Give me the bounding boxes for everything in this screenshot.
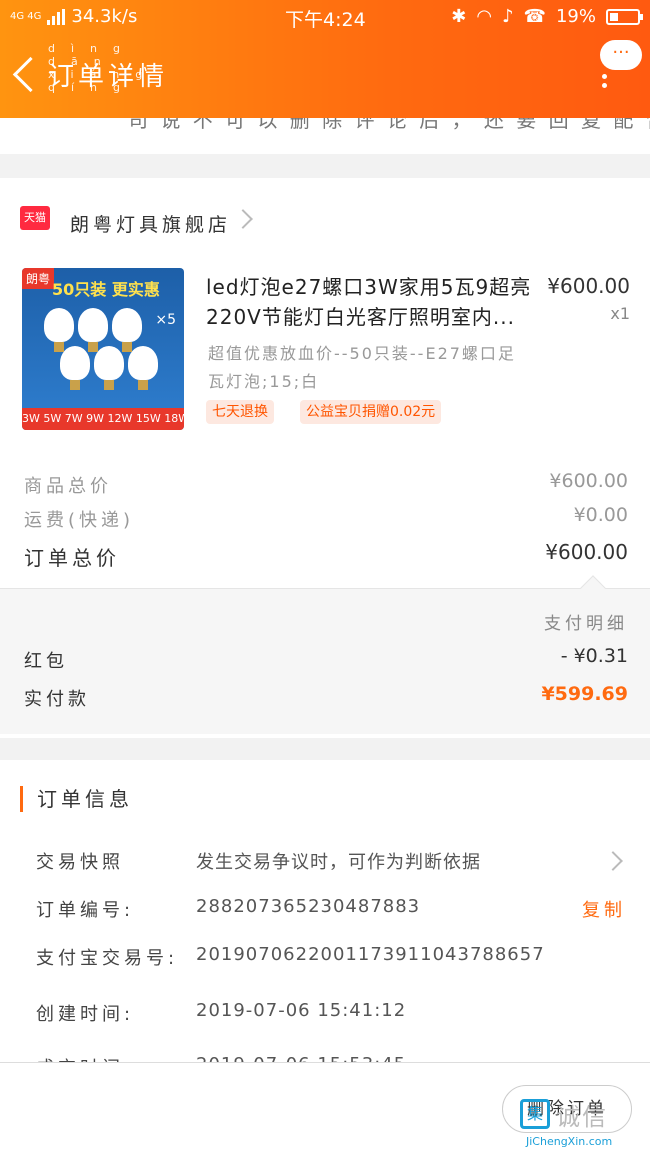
order-total-row: 订单总价 ¥600.00 xyxy=(0,538,650,572)
created-time-value: 2019-07-06 15:41:12 xyxy=(196,1000,407,1021)
product-thumbnail[interactable]: 朗粤 50只装 更实惠 ×5 3W 5W 7W 9W 12W 15W 18W xyxy=(22,268,184,430)
product-title[interactable]: led灯泡e27螺口3W家用5瓦9超亮220V节能灯白光客厅照明室内... xyxy=(206,272,536,332)
network-speed: 34.3k/s xyxy=(71,6,138,27)
snapshot-row[interactable]: 交易快照 发生交易争议时，可作为判断依据 xyxy=(0,840,650,880)
tmall-logo-icon: 天猫 xyxy=(20,206,50,230)
goods-total-value: ¥600.00 xyxy=(549,470,628,492)
copy-button[interactable]: 复制 xyxy=(582,896,626,922)
order-total-label: 订单总价 xyxy=(24,546,120,570)
shipping-label: 运费(快递) xyxy=(24,510,135,531)
bulb-image xyxy=(94,346,124,390)
kebab-menu-icon[interactable] xyxy=(602,74,608,94)
bluetooth-icon: ✱ xyxy=(451,6,467,27)
thumb-watts: 3W 5W 7W 9W 12W 15W 18W xyxy=(22,408,184,430)
product-quantity: x1 xyxy=(610,304,630,323)
battery-percent: 19% xyxy=(555,6,596,27)
order-info-card: 订单信息 交易快照 发生交易争议时，可作为判断依据 订单编号: 28820736… xyxy=(0,760,650,1070)
page-title-pinyin: dìng dān xiáng qíng xyxy=(48,42,159,94)
order-info-heading: 订单信息 xyxy=(20,786,133,812)
clock: 下午4:24 xyxy=(285,9,366,31)
back-button[interactable] xyxy=(10,54,40,94)
mute-icon: ♪ xyxy=(502,6,514,27)
order-items-card: 天猫 朗粤灯具旗舰店 朗粤 50只装 更实惠 ×5 3W 5W 7W 9W 12… xyxy=(0,178,650,738)
nav-bar: dìng dān xiáng qíng 订单详情 ··· xyxy=(0,34,650,118)
bulb-image xyxy=(78,308,108,352)
bulb-image xyxy=(60,346,90,390)
created-time-label: 创建时间: xyxy=(36,1004,135,1025)
goods-total-label: 商品总价 xyxy=(24,476,112,497)
bottom-action-bar: 删除订单 集 诚信 JiChengXin.com xyxy=(0,1062,650,1155)
thumb-brand: 朗粤 xyxy=(22,268,55,289)
snapshot-label: 交易快照 xyxy=(36,852,124,873)
snapshot-value: 发生交易争议时，可作为判断依据 xyxy=(196,852,481,873)
product-sku: 超值优惠放血价--50只装--E27螺口足瓦灯泡;15;白 xyxy=(208,344,516,391)
paid-amount-row: 实付款 ¥599.69 xyxy=(0,681,650,715)
red-packet-value: - ¥0.31 xyxy=(560,645,628,667)
payment-detail-box: 支付明细 红包 - ¥0.31 实付款 ¥599.69 xyxy=(0,575,650,734)
order-total-value: ¥600.00 xyxy=(545,540,628,564)
thumb-tag: 50只装 更实惠 xyxy=(52,280,160,299)
red-packet-label: 红包 xyxy=(24,651,68,672)
thumb-count: ×5 xyxy=(155,312,176,328)
alipay-number-label: 支付宝交易号: xyxy=(36,948,179,969)
chevron-right-icon xyxy=(233,209,253,229)
more-menu-button[interactable]: ··· xyxy=(600,40,642,70)
chevron-right-icon xyxy=(603,851,623,871)
watermark-text: 诚信 xyxy=(556,1103,608,1131)
goods-total-row: 商品总价 ¥600.00 xyxy=(0,468,650,502)
app-header: 4G 4G 34.3k/s 下午4:24 ✱ ◠ ♪ ☎ 19% dìng dā… xyxy=(0,0,650,118)
headset-icon: ◠ xyxy=(476,6,493,27)
product-price: ¥600.00 xyxy=(547,274,630,298)
order-number-label: 订单编号: xyxy=(36,900,135,921)
order-number-row: 订单编号: 288207365230487883 复制 xyxy=(0,888,650,928)
watermark-logo-icon: 集 xyxy=(520,1099,550,1129)
site-watermark: 集 诚信 JiChengXin.com xyxy=(516,1095,644,1151)
return-policy-badge: 七天退换 xyxy=(206,400,274,424)
charity-badge: 公益宝贝捐赠0.02元 xyxy=(300,400,442,424)
battery-icon xyxy=(606,8,643,25)
paid-amount-value: ¥599.69 xyxy=(541,683,628,705)
network-label: 4G 4G xyxy=(10,11,42,22)
store-row[interactable]: 天猫 朗粤灯具旗舰店 xyxy=(0,178,650,258)
alipay-number-row: 支付宝交易号: 2019070622001173911043788657 xyxy=(0,936,650,976)
alipay-number-value: 2019070622001173911043788657 xyxy=(196,944,545,965)
status-bar: 4G 4G 34.3k/s 下午4:24 ✱ ◠ ♪ ☎ 19% xyxy=(0,0,650,34)
signal-icon xyxy=(47,8,66,25)
bulb-image xyxy=(112,308,142,352)
payment-detail-label[interactable]: 支付明细 xyxy=(544,609,628,634)
bulb-image xyxy=(128,346,158,390)
paid-amount-label: 实付款 xyxy=(24,689,90,710)
call-hd-icon: ☎ xyxy=(523,6,546,27)
created-time-row: 创建时间: 2019-07-06 15:41:12 xyxy=(0,992,650,1032)
shipping-row: 运费(快递) ¥0.00 xyxy=(0,502,650,536)
scrolled-text-fragment: 司 说 不 可 以 删 除 评 论 后 ， 还 要 回 复 配 合 可 以 保 … xyxy=(0,118,650,154)
order-number-value: 288207365230487883 xyxy=(196,896,421,917)
bulb-image xyxy=(44,308,74,352)
shipping-value: ¥0.00 xyxy=(573,504,628,526)
page-title: dìng dān xiáng qíng 订单详情 xyxy=(48,42,169,94)
store-name: 朗粤灯具旗舰店 xyxy=(70,214,232,236)
red-packet-row: 红包 - ¥0.31 xyxy=(0,643,650,677)
watermark-url: JiChengXin.com xyxy=(526,1135,613,1148)
